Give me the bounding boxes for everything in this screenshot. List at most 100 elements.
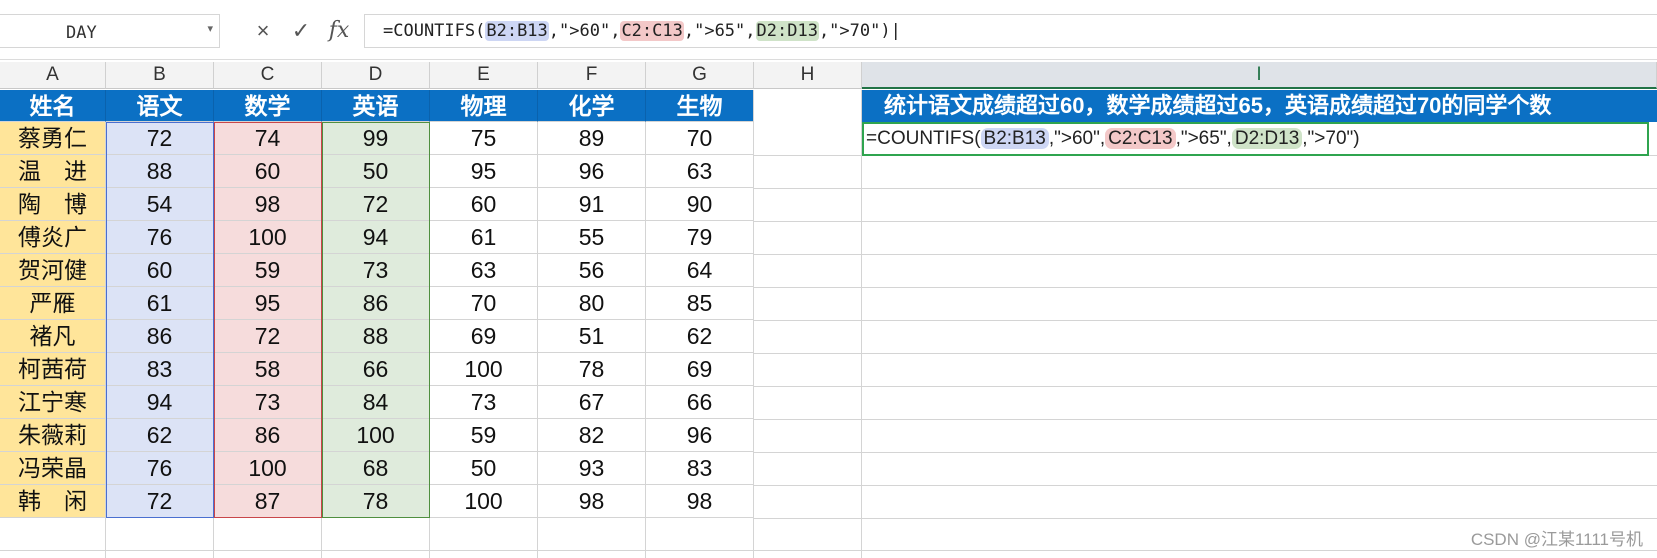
score-cell[interactable]: 74 xyxy=(214,122,322,155)
name-cell[interactable]: 严雁 xyxy=(0,287,106,320)
score-cell[interactable]: 100 xyxy=(214,452,322,485)
score-cell[interactable]: 51 xyxy=(538,320,646,353)
score-cell[interactable]: 84 xyxy=(322,386,430,419)
score-cell[interactable]: 73 xyxy=(322,254,430,287)
column-header-i[interactable]: I xyxy=(862,62,1657,89)
formula-input[interactable]: =COUNTIFS(B2:B13,">60",C2:C13,">65",D2:D… xyxy=(364,14,1657,48)
name-cell[interactable]: 冯荣晶 xyxy=(0,452,106,485)
score-cell[interactable]: 63 xyxy=(646,155,754,188)
name-cell[interactable]: 傅炎广 xyxy=(0,221,106,254)
column-header-b[interactable]: B xyxy=(106,62,214,89)
score-cell[interactable]: 60 xyxy=(106,254,214,287)
score-cell[interactable]: 54 xyxy=(106,188,214,221)
score-cell[interactable]: 75 xyxy=(430,122,538,155)
column-header-f[interactable]: F xyxy=(538,62,646,89)
column-header-c[interactable]: C xyxy=(214,62,322,89)
score-cell[interactable]: 98 xyxy=(646,485,754,518)
score-cell[interactable]: 76 xyxy=(106,452,214,485)
score-cell[interactable]: 87 xyxy=(214,485,322,518)
header-cell[interactable]: 生物 xyxy=(646,90,754,122)
score-cell[interactable]: 96 xyxy=(538,155,646,188)
score-cell[interactable]: 66 xyxy=(322,353,430,386)
name-cell[interactable]: 褚凡 xyxy=(0,320,106,353)
score-cell[interactable]: 79 xyxy=(646,221,754,254)
score-cell[interactable]: 59 xyxy=(214,254,322,287)
name-cell[interactable]: 韩 闲 xyxy=(0,485,106,518)
task-title-cell[interactable]: 统计语文成绩超过60，数学成绩超过65，英语成绩超过70的同学个数 xyxy=(862,90,1657,122)
score-cell[interactable]: 60 xyxy=(214,155,322,188)
score-cell[interactable]: 100 xyxy=(322,419,430,452)
score-cell[interactable]: 76 xyxy=(106,221,214,254)
score-cell[interactable]: 69 xyxy=(646,353,754,386)
score-cell[interactable]: 93 xyxy=(538,452,646,485)
score-cell[interactable]: 98 xyxy=(538,485,646,518)
enter-icon[interactable]: ✓ xyxy=(284,14,318,48)
score-cell[interactable]: 88 xyxy=(322,320,430,353)
score-cell[interactable]: 91 xyxy=(538,188,646,221)
name-cell[interactable]: 朱薇莉 xyxy=(0,419,106,452)
score-cell[interactable]: 88 xyxy=(106,155,214,188)
score-cell[interactable]: 86 xyxy=(214,419,322,452)
score-cell[interactable]: 64 xyxy=(646,254,754,287)
score-cell[interactable]: 66 xyxy=(646,386,754,419)
score-cell[interactable]: 61 xyxy=(430,221,538,254)
score-cell[interactable]: 70 xyxy=(430,287,538,320)
score-cell[interactable]: 96 xyxy=(646,419,754,452)
chevron-down-icon[interactable]: ▾ xyxy=(207,22,213,35)
header-cell[interactable]: 化学 xyxy=(538,90,646,122)
score-cell[interactable]: 68 xyxy=(322,452,430,485)
score-cell[interactable]: 62 xyxy=(106,419,214,452)
name-cell[interactable]: 柯茜荷 xyxy=(0,353,106,386)
score-cell[interactable]: 90 xyxy=(646,188,754,221)
score-cell[interactable]: 95 xyxy=(430,155,538,188)
cancel-icon[interactable]: × xyxy=(246,14,280,48)
header-cell[interactable]: 英语 xyxy=(322,90,430,122)
score-cell[interactable]: 67 xyxy=(538,386,646,419)
score-cell[interactable]: 95 xyxy=(214,287,322,320)
column-header-e[interactable]: E xyxy=(430,62,538,89)
name-cell[interactable]: 陶 博 xyxy=(0,188,106,221)
score-cell[interactable]: 56 xyxy=(538,254,646,287)
name-cell[interactable]: 温 进 xyxy=(0,155,106,188)
name-box[interactable]: DAY ▾ xyxy=(0,14,220,48)
score-cell[interactable]: 100 xyxy=(214,221,322,254)
score-cell[interactable]: 80 xyxy=(538,287,646,320)
column-header-h[interactable]: H xyxy=(754,62,862,89)
score-cell[interactable]: 70 xyxy=(646,122,754,155)
score-cell[interactable]: 99 xyxy=(322,122,430,155)
active-formula-cell[interactable]: =COUNTIFS(B2:B13 ,">60", C2:C13 ,">65", D2:D… xyxy=(862,122,1649,156)
column-header-d[interactable]: D xyxy=(322,62,430,89)
score-cell[interactable]: 50 xyxy=(430,452,538,485)
score-cell[interactable]: 86 xyxy=(106,320,214,353)
score-cell[interactable]: 85 xyxy=(646,287,754,320)
insert-function-icon[interactable]: fx xyxy=(322,14,356,48)
score-cell[interactable]: 89 xyxy=(538,122,646,155)
score-cell[interactable]: 62 xyxy=(646,320,754,353)
score-cell[interactable]: 69 xyxy=(430,320,538,353)
score-cell[interactable]: 98 xyxy=(214,188,322,221)
score-cell[interactable]: 55 xyxy=(538,221,646,254)
score-cell[interactable]: 72 xyxy=(322,188,430,221)
header-cell[interactable]: 姓名 xyxy=(0,90,106,122)
score-cell[interactable]: 78 xyxy=(322,485,430,518)
score-cell[interactable]: 63 xyxy=(430,254,538,287)
score-cell[interactable]: 50 xyxy=(322,155,430,188)
score-cell[interactable]: 78 xyxy=(538,353,646,386)
score-cell[interactable]: 83 xyxy=(106,353,214,386)
header-cell[interactable]: 语文 xyxy=(106,90,214,122)
score-cell[interactable]: 72 xyxy=(106,485,214,518)
score-cell[interactable]: 82 xyxy=(538,419,646,452)
score-cell[interactable]: 72 xyxy=(214,320,322,353)
score-cell[interactable]: 58 xyxy=(214,353,322,386)
score-cell[interactable]: 59 xyxy=(430,419,538,452)
score-cell[interactable]: 100 xyxy=(430,485,538,518)
score-cell[interactable]: 83 xyxy=(646,452,754,485)
header-cell[interactable]: 物理 xyxy=(430,90,538,122)
column-header-a[interactable]: A xyxy=(0,62,106,89)
score-cell[interactable]: 94 xyxy=(322,221,430,254)
column-header-g[interactable]: G xyxy=(646,62,754,89)
score-cell[interactable]: 61 xyxy=(106,287,214,320)
score-cell[interactable]: 72 xyxy=(106,122,214,155)
name-cell[interactable]: 蔡勇仁 xyxy=(0,122,106,155)
name-cell[interactable]: 贺河健 xyxy=(0,254,106,287)
